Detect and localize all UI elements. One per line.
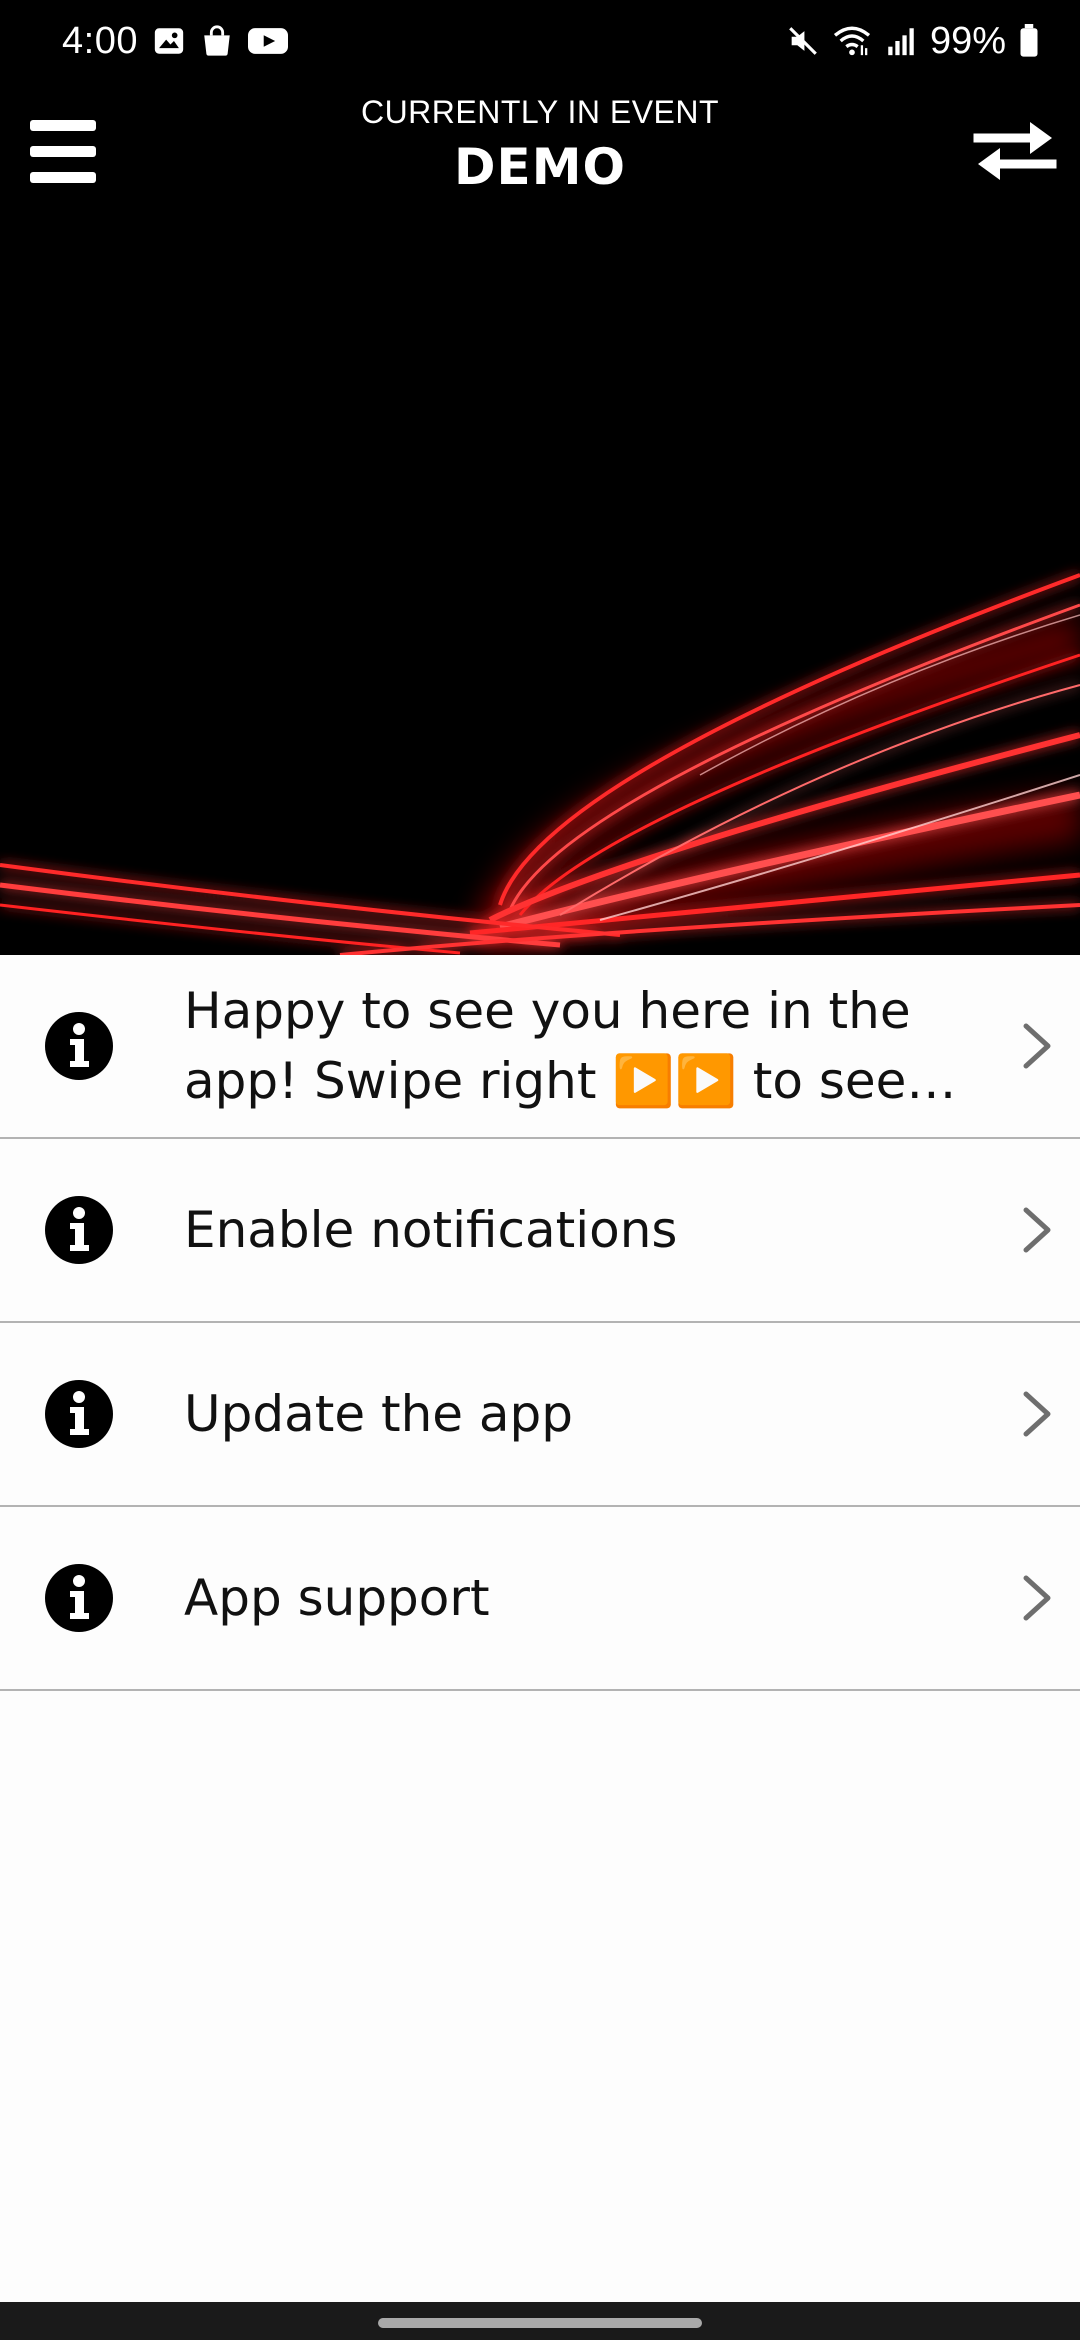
list-item-enable-notifications[interactable]: Enable notifications: [0, 1139, 1080, 1323]
list-item-label: App support: [184, 1569, 490, 1627]
info-list: Happy to see you here in the app! Swipe …: [0, 955, 1080, 1691]
chevron-right-icon: [1020, 1206, 1054, 1254]
chevron-right-icon: [1020, 1390, 1054, 1438]
list-item-welcome[interactable]: Happy to see you here in the app! Swipe …: [0, 955, 1080, 1139]
battery-icon: [1018, 24, 1040, 58]
system-navigation-bar: [0, 2302, 1080, 2340]
info-icon: [44, 1379, 114, 1449]
gallery-icon: [152, 24, 186, 58]
info-icon: [44, 1563, 114, 1633]
battery-percentage: 99%: [929, 19, 1006, 62]
chevron-right-icon: [1020, 1574, 1054, 1622]
list-item-update-app[interactable]: Update the app: [0, 1323, 1080, 1507]
status-bar: 4:00 99%: [0, 0, 1080, 80]
event-name: DEMO: [454, 138, 626, 196]
home-gesture-handle[interactable]: [378, 2318, 702, 2328]
list-item-app-support[interactable]: App support: [0, 1507, 1080, 1691]
signal-icon: [884, 24, 918, 58]
info-icon: [44, 1011, 114, 1081]
status-bar-left: 4:00: [62, 18, 288, 64]
status-time: 4:00: [62, 19, 138, 62]
event-status-label: CURRENTLY IN EVENT: [360, 94, 720, 130]
youtube-icon: [247, 24, 288, 58]
swap-arrows-icon[interactable]: [972, 118, 1058, 184]
info-icon: [44, 1195, 114, 1265]
wifi-icon: [832, 24, 872, 58]
status-bar-right: 99%: [786, 18, 1040, 64]
mute-icon: [786, 24, 820, 58]
event-banner-image: [0, 215, 1080, 955]
list-item-label: Enable notifications: [184, 1201, 678, 1259]
chevron-right-icon: [1020, 1022, 1054, 1070]
shopping-bag-icon: [200, 24, 234, 58]
list-item-label: Happy to see you here in the app! Swipe …: [184, 982, 911, 1110]
list-item-label: Update the app: [184, 1385, 574, 1443]
app-header: CURRENTLY IN EVENT DEMO: [0, 80, 1080, 215]
app-screen: 4:00 99% CURRENTLY IN EVENT DEMO Happy t…: [0, 0, 1080, 2340]
red-light-streaks-graphic: [0, 215, 1080, 955]
